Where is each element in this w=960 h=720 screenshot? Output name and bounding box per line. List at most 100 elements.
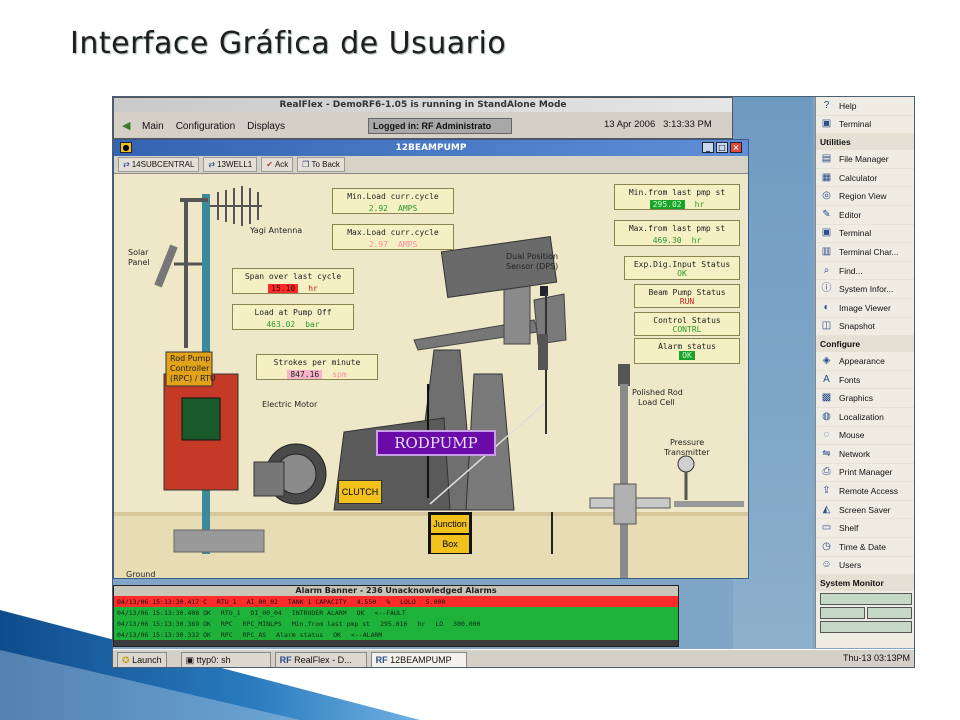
menu-item-label: Region View (839, 191, 887, 202)
task-terminal[interactable]: ▣ ttyp0: sh (180, 651, 271, 667)
min-load-panel[interactable]: Min.Load curr.cycle 2.92 AMPS (332, 188, 454, 214)
menu-item-system-infor[interactable]: ⓘ System Infor... (816, 280, 914, 299)
menu-item-remote-access[interactable]: ⇪ Remote Access (816, 482, 914, 501)
rpc-label-1: Rod Pump (170, 354, 211, 363)
menu-item-label: Find... (839, 265, 863, 276)
system-info-icon: ⓘ (821, 283, 832, 295)
terminal-icon: ▣ (821, 227, 832, 239)
alarm-row[interactable]: 04/13/06 15:13:30.332 OK RPC RPC_AS Alarm s… (114, 629, 678, 640)
menu-item-time-date[interactable]: ◷ Time & Date (816, 538, 914, 557)
menu-item-appearance[interactable]: ◈ Appearance (816, 352, 914, 371)
exp-dig-panel[interactable]: Exp.Dig.Input Status OK (624, 256, 740, 280)
panel-value: 847.16 (287, 370, 323, 379)
panel-label: Min.Load curr.cycle (347, 192, 439, 201)
close-icon[interactable]: × (730, 142, 742, 153)
alarm-row[interactable]: 04/13/06 15:13:30.408 OK RTU_1 DI_00_04 INT… (114, 607, 678, 618)
menu-main[interactable]: Main (136, 121, 170, 132)
panel-value: 2.92 (368, 204, 388, 213)
menu-item-screen-saver[interactable]: ◭ Screen Saver (816, 501, 914, 520)
menu-item-file-manager[interactable]: ▤ File Manager (816, 150, 914, 169)
menu-configuration[interactable]: Configuration (170, 121, 241, 132)
menu-item-print-manager[interactable]: ⎙ Print Manager (816, 464, 914, 483)
menu-item-calculator[interactable]: ▦ Calculator (816, 169, 914, 188)
mouse-icon: ◌ (823, 429, 830, 441)
sysmon-row (820, 607, 912, 620)
alarm-val: OK (333, 630, 341, 639)
menu-item-image-viewer[interactable]: ◐ Image Viewer (816, 299, 914, 318)
maximize-icon[interactable]: □ (716, 142, 728, 153)
pump-scene: Yagi Antenna Solar Panel Rod Pump Contro… (114, 174, 748, 578)
menu-item-label: Image Viewer (839, 302, 891, 313)
menu-item-label: Calculator (839, 172, 878, 183)
panel-label: Beam Pump Status (648, 288, 726, 297)
panel-unit: hr (694, 200, 705, 209)
realflex-main-window: RealFlex - DemoRF6-1.05 is running in St… (113, 97, 733, 139)
panel-unit: spm (332, 370, 347, 379)
tb-label: 14SUBCENTRAL (131, 160, 195, 169)
menu-item-snapshot[interactable]: ◫ Snapshot (816, 318, 914, 337)
menu-item-terminal[interactable]: ▣ Terminal (816, 116, 914, 135)
beampump-title: 12BEAMPUMP (114, 140, 748, 156)
menu-item-find[interactable]: ⌕ Find... (816, 262, 914, 281)
menu-item-terminal-char[interactable]: ▥ Terminal Char... (816, 243, 914, 262)
task-12beampump[interactable]: RF 12BEAMPUMP (370, 651, 467, 667)
tb-to-back-button[interactable]: ❐ To Back (297, 157, 345, 172)
menu-item-help[interactable]: ? Help (816, 97, 914, 116)
alarm-limval: 5.000 (425, 597, 446, 606)
rpc-label-2: Controller (170, 364, 210, 373)
menubar: ◀ Main Configuration Displays Logged in:… (114, 114, 732, 138)
menu-item-editor[interactable]: ✎ Editor (816, 206, 914, 225)
alarm-unit: % (386, 597, 391, 606)
minimize-icon[interactable]: _ (702, 142, 714, 153)
solar-label: Solar (128, 248, 149, 257)
task-label: RealFlex - D... (294, 654, 352, 665)
back-arrow-icon[interactable]: ◀ (122, 120, 134, 132)
menu-item-localization[interactable]: ◍ Localization (816, 408, 914, 427)
beampump-window: 12BEAMPUMP ● _ □ × ⇄ 14SUBCENTRAL ⇄ 13WELL… (113, 139, 749, 579)
beam-status-panel[interactable]: Beam Pump Status RUN (634, 284, 740, 308)
max-load-panel[interactable]: Max.Load curr.cycle 2.97 AMPS (332, 224, 454, 250)
menu-item-region-view[interactable]: ◎ Region View (816, 187, 914, 206)
menu-item-label: Editor (839, 209, 862, 220)
min-last-panel[interactable]: Min.from last pmp st 295.02 hr (614, 184, 740, 210)
sysmon-row (820, 621, 912, 634)
shelf-icon: ▭ (821, 522, 832, 534)
strokes-panel[interactable]: Strokes per minute 847.16 spm (256, 354, 378, 380)
task-realflex[interactable]: RF RealFlex - D... (274, 651, 367, 667)
window-menu-icon[interactable]: ● (120, 142, 132, 153)
alarm-status-panel[interactable]: Alarm status OK (634, 338, 740, 364)
panel-value: RUN (679, 297, 695, 306)
sysmon-row (820, 593, 912, 606)
tb-label: Ack (274, 160, 289, 169)
menu-item-users[interactable]: ☺ Users (816, 557, 914, 576)
rodpump-sign: RODPUMP (376, 430, 496, 456)
panel-unit: AMPS (398, 240, 418, 249)
menu-item-network[interactable]: ⇋ Network (816, 445, 914, 464)
launch-button[interactable]: ✪ Launch (117, 651, 167, 667)
menu-item-shelf[interactable]: ▭ Shelf (816, 519, 914, 539)
alarm-row[interactable]: 04/13/06 15:13:30.417 C RTU_1 AI_00_02 TANK… (114, 596, 678, 607)
menu-item-label: Terminal Char... (839, 246, 899, 257)
tb-ack-button[interactable]: ✔ Ack (261, 157, 294, 172)
logged-in-status: Logged in: RF Administrato (368, 118, 512, 134)
load-off-panel[interactable]: Load at Pump Off 463.02 bar (232, 304, 354, 330)
span-panel[interactable]: Span over last cycle 15.10 hr (232, 268, 354, 294)
localization-icon: ◍ (822, 410, 831, 422)
image-viewer-icon: ◐ (823, 301, 830, 313)
panel-value: CONTRL (672, 325, 702, 334)
max-last-panel[interactable]: Max.from last pmp st 469.30 hr (614, 220, 740, 246)
menu-item-graphics[interactable]: ▩ Graphics (816, 389, 914, 408)
tb-14subcentral-button[interactable]: ⇄ 14SUBCENTRAL (118, 157, 200, 172)
utilities-group: ▤ File Manager ▦ Calculator ◎ Region View ✎ Edi… (816, 150, 914, 337)
panel-label: Alarm status (658, 342, 716, 351)
tb-13well1-button[interactable]: ⇄ 13WELL1 (203, 157, 258, 172)
alarm-row[interactable]: 04/13/06 15:13:30.369 OK RPC RPC_MINLPS Min… (114, 618, 678, 629)
menu-item-fonts[interactable]: A Fonts (816, 371, 914, 390)
alarm-desc: Alarm status (276, 630, 324, 639)
menu-item-terminal[interactable]: ▣ Terminal (816, 225, 914, 244)
control-status-panel[interactable]: Control Status CONTRL (634, 312, 740, 336)
realflex-icon: RF (375, 654, 388, 665)
menu-displays[interactable]: Displays (241, 121, 291, 132)
menu-item-mouse[interactable]: ◌ Mouse (816, 427, 914, 446)
calculator-icon: ▦ (821, 171, 832, 183)
